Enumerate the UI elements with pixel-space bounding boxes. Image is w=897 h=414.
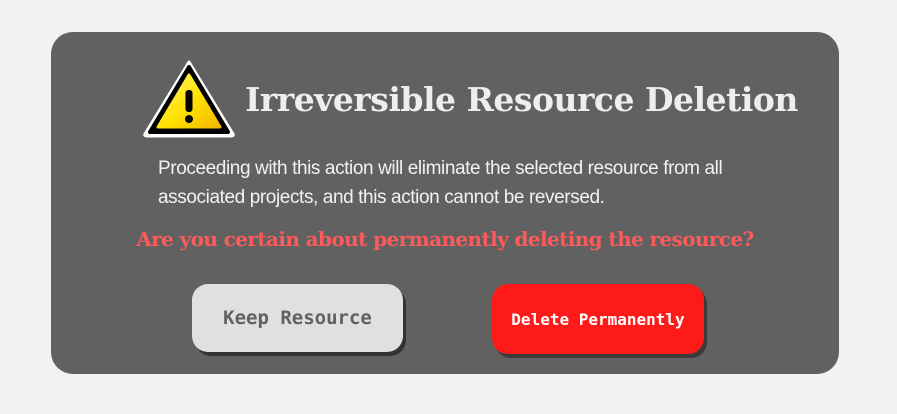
keep-resource-button[interactable]: Keep Resource (192, 284, 403, 352)
warning-icon (143, 60, 235, 138)
delete-confirmation-dialog: Irreversible Resource Deletion Proceedin… (51, 32, 839, 374)
delete-permanently-button[interactable]: Delete Permanently (492, 284, 704, 354)
message-line: Proceeding with this action will elimina… (158, 158, 723, 179)
message-line: associated projects, and this action can… (158, 187, 605, 208)
confirmation-question: Are you certain about permanently deleti… (136, 227, 754, 251)
dialog-title: Irreversible Resource Deletion (245, 79, 798, 119)
dialog-header: Irreversible Resource Deletion (143, 59, 798, 139)
dialog-message: Proceeding with this action will elimina… (158, 154, 758, 212)
